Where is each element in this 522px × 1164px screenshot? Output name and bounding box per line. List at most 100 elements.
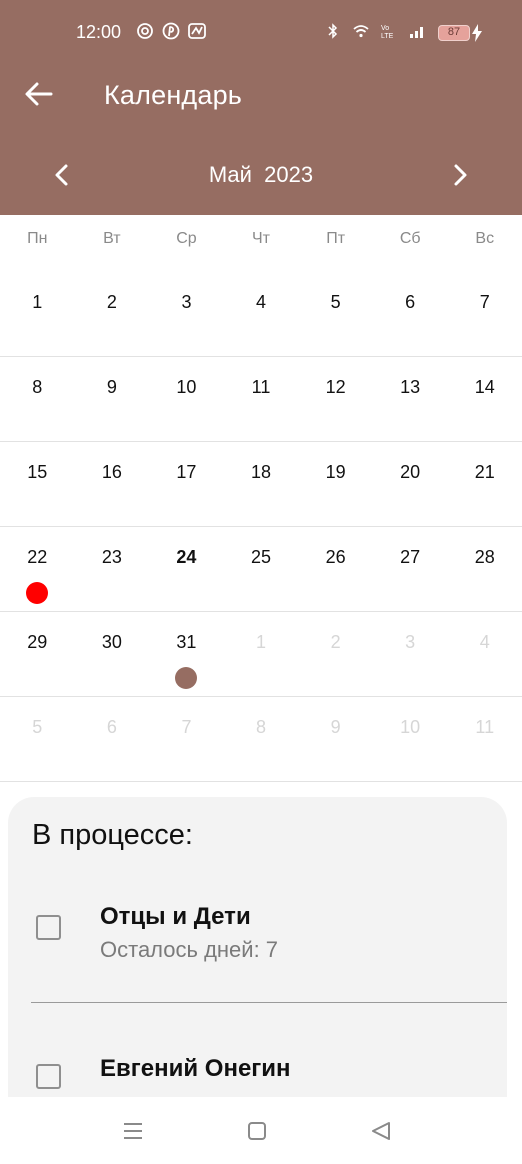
status-time: 12:00 [76, 22, 122, 42]
day-number: 5 [32, 717, 43, 737]
calendar-day[interactable]: 9 [75, 357, 150, 441]
calendar-day[interactable]: 24 [149, 527, 224, 611]
day-number: 4 [479, 632, 490, 652]
day-number: 14 [474, 377, 495, 397]
calendar-day[interactable]: 5 [298, 272, 373, 356]
weekday-label: Пт [326, 230, 346, 247]
calendar-week-row: 29 30 31 1 2 3 4 [0, 612, 522, 697]
day-number: 13 [400, 377, 421, 397]
calendar-day[interactable]: 17 [149, 442, 224, 526]
calendar-day[interactable]: 12 [298, 357, 373, 441]
system-nav-bar [0, 1097, 522, 1164]
calendar-day[interactable]: 15 [0, 442, 75, 526]
calendar-day[interactable]: 31 [149, 612, 224, 696]
calendar-day[interactable]: 27 [373, 527, 448, 611]
day-number: 6 [106, 717, 117, 737]
calendar-day[interactable]: 16 [75, 442, 150, 526]
calendar-day[interactable]: 22 [0, 527, 75, 611]
svg-text:LTE: LTE [381, 33, 394, 40]
back-triangle-icon[interactable] [369, 1119, 393, 1143]
day-number: 8 [32, 377, 43, 397]
calendar-day[interactable]: 11 [224, 357, 299, 441]
calendar-day[interactable]: 5 [0, 697, 75, 781]
notification-icon [188, 23, 206, 39]
day-number: 22 [27, 547, 48, 567]
calendar-week-row: 15 16 17 18 19 20 21 [0, 442, 522, 527]
calendar-day[interactable]: 10 [149, 357, 224, 441]
day-number: 1 [256, 632, 267, 652]
arrow-left-icon[interactable] [24, 80, 54, 108]
weekday-label: Ср [176, 230, 197, 247]
calendar-day[interactable]: 29 [0, 612, 75, 696]
calendar-day[interactable]: 11 [447, 697, 522, 781]
volte-icon: VoLTE [381, 25, 394, 40]
calendar-day[interactable]: 6 [75, 697, 150, 781]
day-number: 29 [27, 632, 48, 652]
calendar-week-row: 8 9 10 11 12 13 14 [0, 357, 522, 442]
day-number: 28 [474, 547, 495, 567]
day-number: 19 [325, 462, 346, 482]
calendar-day[interactable]: 13 [373, 357, 448, 441]
day-number: 20 [400, 462, 421, 482]
calendar-day[interactable]: 10 [373, 697, 448, 781]
day-number: 16 [101, 462, 122, 482]
calendar-day[interactable]: 3 [373, 612, 448, 696]
calendar-week-row: 5 6 7 8 9 10 11 [0, 697, 522, 782]
task-subtitle: Осталось дней: 7 [100, 937, 279, 962]
task-checkbox[interactable] [36, 1064, 61, 1089]
day-number: 5 [330, 292, 341, 312]
calendar-day[interactable]: 4 [224, 272, 299, 356]
home-icon[interactable] [245, 1119, 269, 1143]
day-number: 10 [176, 377, 197, 397]
page-title: Календарь [104, 80, 243, 110]
calendar-day[interactable]: 6 [373, 272, 448, 356]
task-checkbox[interactable] [36, 915, 61, 940]
day-number: 4 [256, 292, 267, 312]
status-bar: 12:00 Vo LTE 87 [0, 0, 522, 66]
calendar-day[interactable]: 7 [447, 272, 522, 356]
day-number: 12 [325, 377, 346, 397]
calendar-week-row: 1 2 3 4 5 6 7 [0, 272, 522, 357]
calendar-day[interactable]: 19 [298, 442, 373, 526]
calendar-day[interactable]: 1 [0, 272, 75, 356]
menu-icon[interactable] [121, 1119, 145, 1143]
calendar-day[interactable]: 14 [447, 357, 522, 441]
calendar-day[interactable]: 28 [447, 527, 522, 611]
calendar-day[interactable]: 30 [75, 612, 150, 696]
day-number: 7 [479, 292, 490, 312]
calendar-day[interactable]: 18 [224, 442, 299, 526]
calendar-day[interactable]: 2 [298, 612, 373, 696]
calendar-day[interactable]: 8 [0, 357, 75, 441]
task-title: Евгений Онегин [100, 1055, 291, 1082]
calendar-day[interactable]: 20 [373, 442, 448, 526]
calendar-day[interactable]: 8 [224, 697, 299, 781]
calendar-day[interactable]: 23 [75, 527, 150, 611]
day-number: 24 [176, 547, 197, 567]
calendar-day[interactable]: 25 [224, 527, 299, 611]
calendar-day[interactable]: 1 [224, 612, 299, 696]
calendar-day[interactable]: 4 [447, 612, 522, 696]
chevron-right-icon[interactable] [450, 162, 470, 188]
day-number: 21 [474, 462, 495, 482]
day-number: 31 [176, 632, 197, 652]
day-number: 7 [181, 717, 192, 737]
day-number: 2 [106, 292, 117, 312]
calendar-day[interactable]: 3 [149, 272, 224, 356]
day-number: 2 [330, 632, 341, 652]
weekday-header: Пн Вт Ср Чт Пт Сб Вс [0, 230, 522, 260]
calendar-day[interactable]: 26 [298, 527, 373, 611]
calendar-grid: 1 2 3 4 5 6 7 8 9 10 11 12 13 14 15 16 17 18 19 20 21 22 23 24 2… [0, 272, 522, 782]
calendar-day[interactable]: 21 [447, 442, 522, 526]
bluetooth-icon [328, 23, 338, 39]
calendar-day[interactable]: 9 [298, 697, 373, 781]
day-number: 9 [330, 717, 341, 737]
calendar-day[interactable]: 7 [149, 697, 224, 781]
day-number: 11 [475, 717, 495, 737]
status-icons-right: Vo LTE [324, 22, 426, 40]
task-item[interactable]: Отцы и Дети Осталось дней: 7 [8, 897, 507, 997]
day-number: 15 [27, 462, 48, 482]
calendar-day[interactable]: 2 [75, 272, 150, 356]
calendar-week-row: 22 23 24 25 26 27 28 [0, 527, 522, 612]
weekday-label: Вс [475, 230, 495, 247]
day-number: 18 [251, 462, 272, 482]
